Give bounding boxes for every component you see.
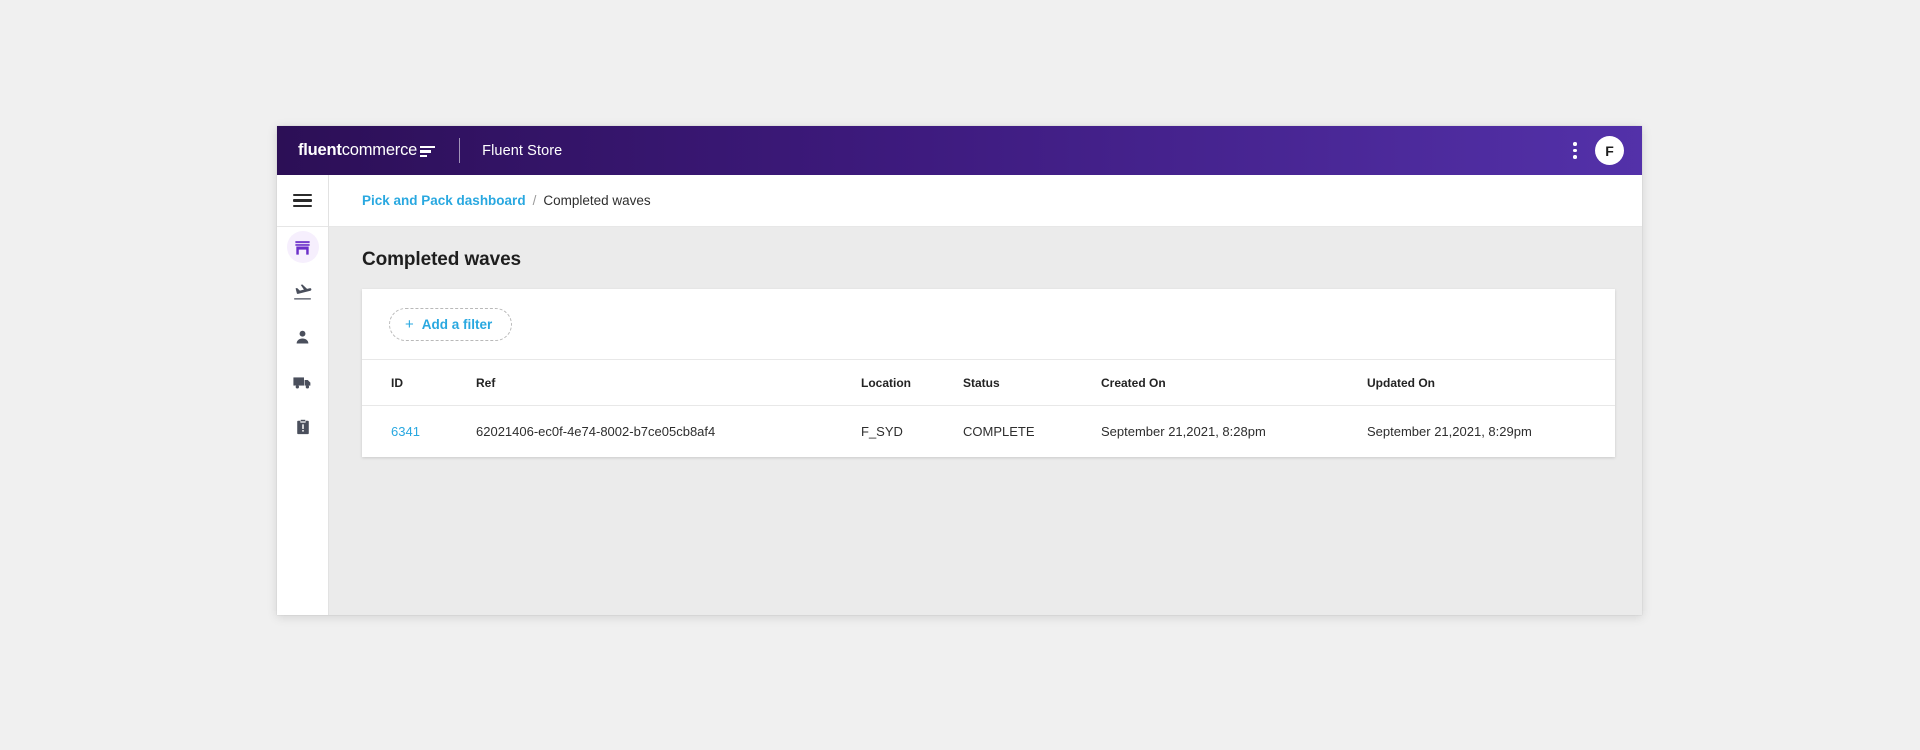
breadcrumb-separator: / [533, 193, 537, 208]
plane-landing-icon [287, 276, 319, 308]
add-filter-button[interactable]: + Add a filter [389, 308, 512, 341]
cell-location: F_SYD [861, 406, 963, 458]
person-icon [287, 321, 319, 353]
table-header-row: ID Ref Location Status Created On Update… [362, 360, 1615, 406]
column-header-location[interactable]: Location [861, 360, 963, 406]
plus-icon: + [405, 317, 414, 332]
table-row[interactable]: 6341 62021406-ec0f-4e74-8002-b7ce05cb8af… [362, 406, 1615, 458]
sidebar-item-exceptions[interactable] [277, 407, 328, 447]
brand-divider [459, 138, 460, 163]
page-body: Completed waves + Add a filter ID Ref [329, 227, 1642, 615]
brand-logo-light: commerce [342, 141, 417, 159]
cell-ref: 62021406-ec0f-4e74-8002-b7ce05cb8af4 [476, 406, 861, 458]
brand-logo-text: fluentcommerce [298, 142, 417, 159]
top-navigation-bar: fluentcommerce Fluent Store F [277, 126, 1642, 175]
breadcrumb-current: Completed waves [543, 193, 650, 208]
column-header-updated-on[interactable]: Updated On [1367, 360, 1615, 406]
completed-waves-table: ID Ref Location Status Created On Update… [362, 360, 1615, 457]
cell-created-on: September 21,2021, 8:28pm [1101, 406, 1367, 458]
sidebar [277, 175, 329, 615]
store-icon [287, 231, 319, 263]
vertical-dots-icon[interactable] [1564, 137, 1586, 165]
breadcrumb-bar: Pick and Pack dashboard / Completed wave… [329, 175, 1642, 227]
app-window: fluentcommerce Fluent Store F [277, 126, 1642, 615]
column-header-id[interactable]: ID [362, 360, 476, 406]
avatar[interactable]: F [1595, 136, 1624, 165]
table-head: ID Ref Location Status Created On Update… [362, 360, 1615, 406]
cell-id: 6341 [362, 406, 476, 458]
column-header-ref[interactable]: Ref [476, 360, 861, 406]
table-body: 6341 62021406-ec0f-4e74-8002-b7ce05cb8af… [362, 406, 1615, 458]
truck-icon [287, 366, 319, 398]
cell-updated-on: September 21,2021, 8:29pm [1367, 406, 1615, 458]
sidebar-item-shipments[interactable] [277, 362, 328, 402]
column-header-created-on[interactable]: Created On [1101, 360, 1367, 406]
content-area: Pick and Pack dashboard / Completed wave… [329, 175, 1642, 615]
hamburger-icon [293, 194, 312, 208]
clipboard-alert-icon [287, 411, 319, 443]
app-title: Fluent Store [482, 143, 562, 159]
column-header-status[interactable]: Status [963, 360, 1101, 406]
sidebar-item-inbound[interactable] [277, 272, 328, 312]
breadcrumb-link-pick-and-pack-dashboard[interactable]: Pick and Pack dashboard [362, 193, 526, 208]
wave-id-link[interactable]: 6341 [391, 424, 420, 439]
brand-logo-bold: fluent [298, 141, 342, 159]
sidebar-item-store[interactable] [277, 227, 328, 267]
breadcrumb: Pick and Pack dashboard / Completed wave… [362, 193, 651, 208]
brand-logo[interactable]: fluentcommerce [298, 126, 435, 175]
sidebar-toggle-button[interactable] [277, 175, 328, 227]
app-body: Pick and Pack dashboard / Completed wave… [277, 175, 1642, 615]
cell-status: COMPLETE [963, 406, 1101, 458]
filter-bar: + Add a filter [362, 289, 1615, 360]
page-title: Completed waves [362, 249, 1609, 271]
completed-waves-card: + Add a filter ID Ref Location Status Cr… [362, 289, 1615, 457]
fluent-bars-mark-icon [420, 146, 435, 158]
add-filter-label: Add a filter [422, 318, 493, 332]
sidebar-item-customer[interactable] [277, 317, 328, 357]
